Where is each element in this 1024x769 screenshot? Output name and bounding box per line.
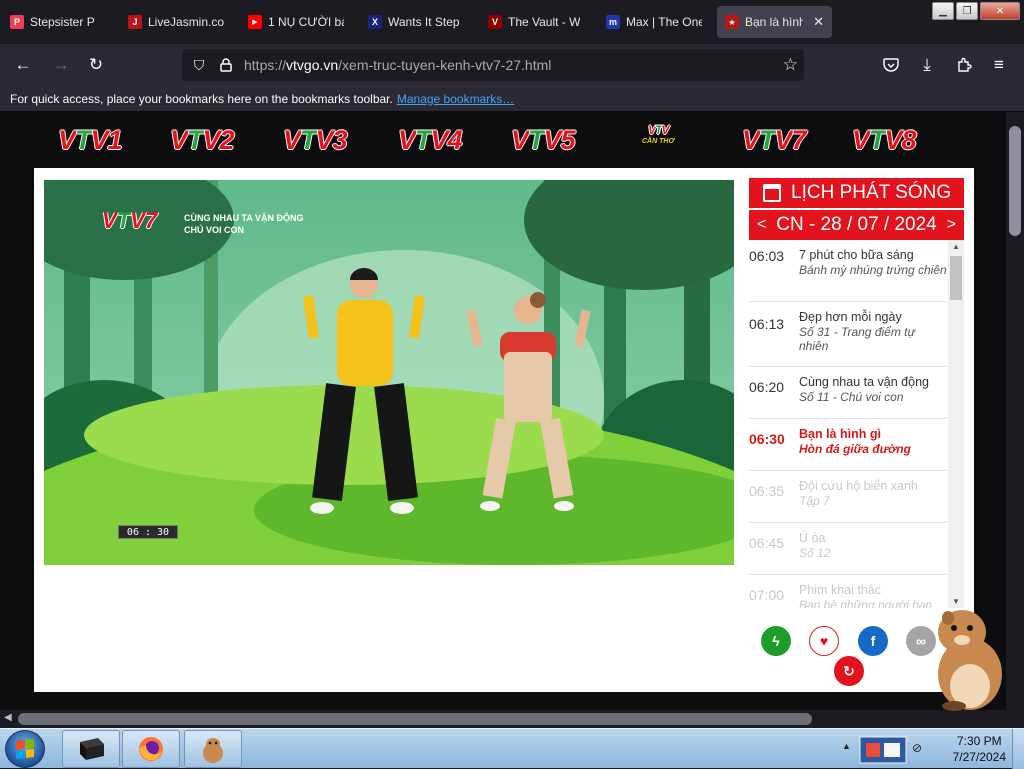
- show-desktop-button[interactable]: [1012, 729, 1024, 769]
- facebook-icon: f: [870, 633, 876, 649]
- url-text[interactable]: https://vtvgo.vn/xem-truc-tuyen-kenh-vtv…: [244, 57, 551, 73]
- channel-vtv2[interactable]: VTV2: [170, 124, 235, 156]
- schedule-scrollbar[interactable]: ▲ ▼: [948, 240, 964, 608]
- vault-icon: V: [488, 15, 502, 29]
- scroll-left-icon[interactable]: ◀: [4, 712, 12, 723]
- video-channel-watermark: VTV7: [102, 208, 158, 233]
- next-day-button[interactable]: >: [947, 216, 956, 234]
- nav-bar: ← → ↻ ⛉ https://vtvgo.vn/xem-truc-tuyen-…: [0, 44, 1024, 86]
- youtube-icon: ▶: [248, 15, 262, 29]
- schedule-header: LỊCH PHÁT SÓNG: [749, 178, 964, 208]
- tab-ban-la-hinh-gi[interactable]: ★ Bạn là hình ✕: [717, 6, 832, 38]
- tab-stepsister[interactable]: P Stepsister P: [2, 6, 112, 38]
- schedule-item[interactable]: 06:20 Cùng nhau ta vận động Số 11 - Chú v…: [749, 367, 947, 419]
- horizontal-scroll-thumb[interactable]: [18, 713, 812, 725]
- tab-strip: P Stepsister P J LiveJasmin.co ▶ 1 NỤ CƯ…: [0, 0, 1024, 44]
- channel-vtv4[interactable]: VTV4: [398, 124, 463, 156]
- windows-taskbar: ▲ ⊘ 7:30 PM 7/27/2024: [0, 728, 1024, 769]
- schedule-item[interactable]: 06:35 Đội cứu hộ biển xanh Tập 7: [749, 471, 947, 523]
- manage-bookmarks-link[interactable]: Manage bookmarks…: [397, 92, 514, 106]
- tray-expand-icon[interactable]: ▲: [842, 741, 851, 751]
- forward-arrow-icon[interactable]: →: [50, 54, 72, 76]
- window-controls: ▁ ❐ ✕: [932, 2, 1020, 20]
- bookmark-star-icon[interactable]: ☆: [783, 55, 798, 75]
- schedule-item[interactable]: 07:00 Phim khai thác Bạn bè những người b…: [749, 575, 947, 608]
- pocket-save-icon[interactable]: [880, 54, 902, 76]
- taskbar-app-terminal[interactable]: [62, 730, 120, 768]
- schedule-item[interactable]: 06:45 Ú òa Số 12: [749, 523, 947, 575]
- bookmarks-hint: For quick access, place your bookmarks h…: [10, 91, 393, 106]
- terminal-icon: [80, 738, 104, 760]
- start-button[interactable]: [5, 730, 45, 768]
- taskbar-clock[interactable]: 7:30 PM 7/27/2024: [953, 733, 1006, 765]
- menu-icon[interactable]: ≡: [988, 54, 1010, 76]
- content-panel: VTV7 CÙNG NHAU TA VẬN ĐỘNG CHÚ VOI CON 0…: [34, 168, 974, 692]
- replay-button[interactable]: ↻: [834, 656, 864, 686]
- tab-wants-it[interactable]: X Wants It Step: [360, 6, 472, 38]
- scroll-up-icon[interactable]: ▲: [952, 242, 960, 251]
- taskbar-app-firefox[interactable]: [122, 730, 180, 768]
- video-player[interactable]: VTV7 CÙNG NHAU TA VẬN ĐỘNG CHÚ VOI CON 0…: [44, 180, 734, 565]
- restore-button[interactable]: ❐: [956, 2, 978, 20]
- video-clock: 06 : 30: [118, 525, 178, 539]
- tab-livejasmin[interactable]: J LiveJasmin.co: [120, 6, 232, 38]
- heart-icon: ♥: [819, 633, 829, 649]
- livejasmin-icon: J: [128, 15, 142, 29]
- channel-vtv3[interactable]: VTV3: [283, 124, 348, 156]
- schedule-date-bar: < CN - 28 / 07 / 2024 >: [749, 208, 964, 240]
- channel-vtv8[interactable]: VTV8: [852, 124, 917, 156]
- video-show-title: CÙNG NHAU TA VẬN ĐỘNG CHÚ VOI CON: [184, 213, 304, 235]
- system-tray: ▲ ⊘ 7:30 PM 7/27/2024: [838, 729, 1024, 769]
- close-window-button[interactable]: ✕: [980, 2, 1020, 20]
- network-icon[interactable]: ⊘: [912, 741, 922, 755]
- back-arrow-icon[interactable]: ←: [12, 54, 34, 76]
- download-icon[interactable]: ⤓: [916, 54, 938, 76]
- windows-logo-icon: [16, 739, 34, 759]
- pocket-icon: P: [10, 15, 24, 29]
- vtv-icon: ★: [725, 15, 739, 29]
- channel-vtv5[interactable]: VTV5: [511, 124, 576, 156]
- prev-day-button[interactable]: <: [757, 216, 766, 234]
- hamster-mascot-icon: [938, 610, 1002, 711]
- tab-max[interactable]: m Max | The One: [598, 6, 710, 38]
- flash-button[interactable]: ϟ: [761, 626, 791, 656]
- address-bar[interactable]: ⛉ https://vtvgo.vn/xem-truc-tuyen-kenh-v…: [182, 49, 804, 81]
- page-horizontal-scrollbar[interactable]: ◀: [0, 710, 1024, 728]
- schedule-item[interactable]: 06:13 Đẹp hơn mỗi ngày Số 31 - Trang điểm…: [749, 302, 947, 367]
- tab-the-vault[interactable]: V The Vault - W: [480, 6, 592, 38]
- web-page: VTV1 VTV2 VTV3 VTV4 VTV5 VTV CẦN THƠ VTV…: [0, 112, 1006, 710]
- lock-icon[interactable]: [218, 56, 234, 74]
- channel-vtv-can-tho[interactable]: VTV CẦN THƠ: [642, 124, 674, 156]
- m-icon: m: [606, 15, 620, 29]
- minimize-button[interactable]: ▁: [932, 2, 954, 20]
- schedule-item-now-playing[interactable]: 06:30 Bạn là hình gì Hòn đá giữa đường: [749, 419, 947, 471]
- schedule-item[interactable]: 06:03 7 phút cho bữa sáng Bánh mỳ nhúng t…: [749, 240, 947, 302]
- shield-icon[interactable]: ⛉: [190, 56, 208, 74]
- channel-vtv1[interactable]: VTV1: [58, 124, 123, 156]
- lightning-icon: ϟ: [772, 633, 780, 649]
- replay-icon: ↻: [843, 662, 855, 679]
- reload-icon[interactable]: ↻: [85, 54, 107, 76]
- facebook-share-button[interactable]: f: [858, 626, 888, 656]
- firefox-icon: [139, 737, 163, 761]
- close-tab-icon[interactable]: ✕: [813, 14, 824, 30]
- tray-app-icon[interactable]: [858, 735, 908, 765]
- channel-bar: VTV1 VTV2 VTV3 VTV4 VTV5 VTV CẦN THƠ VTV…: [0, 112, 1006, 168]
- page-scroll-thumb[interactable]: [1009, 126, 1021, 236]
- broadcast-schedule: LỊCH PHÁT SÓNG < CN - 28 / 07 / 2024 > 0…: [749, 178, 964, 608]
- schedule-date: CN - 28 / 07 / 2024: [776, 214, 937, 235]
- taskbar-app-hamster[interactable]: [184, 730, 242, 768]
- hamster-icon: [203, 738, 223, 763]
- video-frame: [44, 180, 734, 565]
- channel-vtv7[interactable]: VTV7: [742, 124, 807, 156]
- x-icon: X: [368, 15, 382, 29]
- schedule-list[interactable]: 06:03 7 phút cho bữa sáng Bánh mỳ nhúng t…: [749, 240, 964, 608]
- favorite-button[interactable]: ♥: [809, 626, 839, 656]
- schedule-scroll-thumb[interactable]: [950, 256, 962, 300]
- tab-youtube[interactable]: ▶ 1 NỤ CƯỜI bá: [240, 6, 352, 38]
- calendar-icon: [763, 184, 781, 202]
- bookmarks-toolbar: For quick access, place your bookmarks h…: [0, 86, 1024, 112]
- extensions-icon[interactable]: [953, 54, 975, 76]
